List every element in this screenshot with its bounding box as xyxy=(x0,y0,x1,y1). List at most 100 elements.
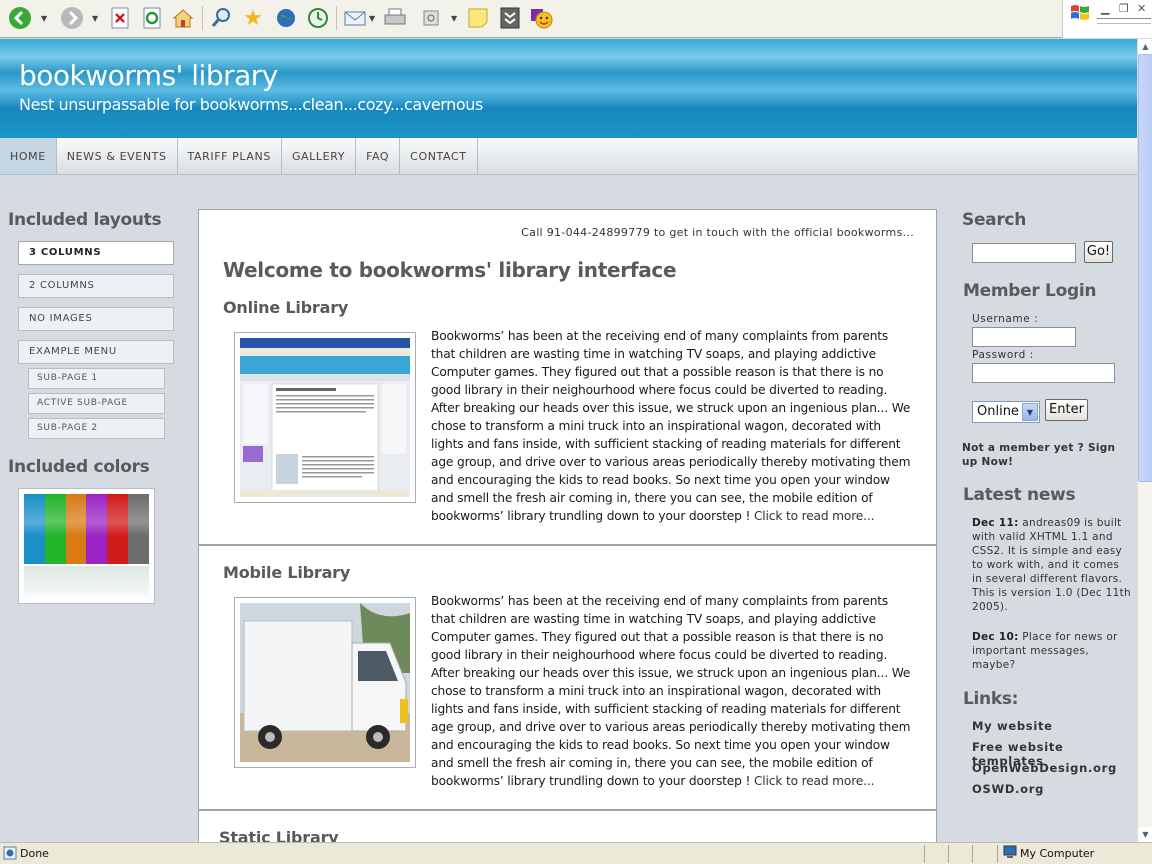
status-select[interactable]: Online ▼ xyxy=(972,401,1040,423)
nav-contact[interactable]: CONTACT xyxy=(400,138,478,174)
discuss-dropdown-icon[interactable]: ▼ xyxy=(451,14,457,23)
home-icon[interactable] xyxy=(171,5,195,31)
colors-heading: Included colors xyxy=(8,457,150,477)
news-date: Dec 10: xyxy=(972,631,1019,643)
section-title-online: Online Library xyxy=(223,298,349,317)
section-text-mobile: Bookworms’ has been at the receiving end… xyxy=(431,592,915,790)
search-heading: Search xyxy=(962,210,1027,230)
section-divider xyxy=(199,809,936,811)
browser-toolbar: ▼ ▼ ★ ▼ ▼ ▁ ❐ ✕ xyxy=(0,0,1152,38)
username-field[interactable] xyxy=(972,327,1076,347)
notes-icon[interactable] xyxy=(466,5,490,31)
search-go-button[interactable]: Go! xyxy=(1084,241,1113,263)
password-field[interactable] xyxy=(972,363,1115,383)
site-header: bookworms' library Nest unsurpassable fo… xyxy=(0,39,1137,138)
color-swatch-strip xyxy=(24,494,149,564)
link-openwebdesign[interactable]: OpenWebDesign.org xyxy=(972,761,1117,775)
page-title: Welcome to bookworms' library interface xyxy=(223,258,677,282)
vertical-scrollbar[interactable]: ▲ ▼ xyxy=(1137,39,1152,842)
link-my-website[interactable]: My website xyxy=(972,719,1053,733)
refresh-icon[interactable] xyxy=(140,5,164,31)
member-login-heading: Member Login xyxy=(963,281,1097,301)
forward-icon[interactable] xyxy=(60,5,84,31)
main-content: Call 91-044-24899779 to get in touch wit… xyxy=(198,209,937,849)
news-item: Dec 10: Place for news or important mess… xyxy=(972,630,1132,672)
signup-link[interactable]: Not a member yet ? Sign up Now! xyxy=(962,441,1132,469)
nav-news-events[interactable]: NEWS & EVENTS xyxy=(57,138,178,174)
windows-flag-icon xyxy=(1071,5,1089,20)
media-icon[interactable] xyxy=(274,5,298,31)
messenger-icon[interactable] xyxy=(530,5,554,31)
status-text: Done xyxy=(20,847,49,860)
search-icon[interactable] xyxy=(209,5,233,31)
latest-news-heading: Latest news xyxy=(963,485,1076,505)
subpage-1[interactable]: SUB-PAGE 1 xyxy=(28,368,165,389)
right-sidebar: Search Go! Member Login Username : Passw… xyxy=(937,176,1137,842)
forward-dropdown-icon[interactable]: ▼ xyxy=(92,14,98,23)
link-oswd[interactable]: OSWD.org xyxy=(972,782,1044,796)
section-body-mobile: Bookworms’ has been at the receiving end… xyxy=(431,594,911,788)
layout-no-images[interactable]: NO IMAGES xyxy=(18,307,174,331)
search-input[interactable] xyxy=(972,243,1076,263)
discuss-icon[interactable] xyxy=(419,5,443,31)
section-title-mobile: Mobile Library xyxy=(223,563,351,582)
color-swatch xyxy=(24,494,45,564)
layout-3-columns[interactable]: 3 COLUMNS xyxy=(18,241,174,265)
phone-line: Call 91-044-24899779 to get in touch wit… xyxy=(521,226,914,239)
site-title[interactable]: bookworms' library xyxy=(19,59,278,92)
computer-icon xyxy=(1003,845,1017,858)
mobile-library-truck-photo xyxy=(234,597,416,768)
layouts-heading: Included layouts xyxy=(8,210,162,230)
scroll-up-icon[interactable]: ▲ xyxy=(1138,39,1152,54)
print-icon[interactable] xyxy=(383,5,407,31)
layout-2-columns[interactable]: 2 COLUMNS xyxy=(18,274,174,298)
subpage-active[interactable]: ACTIVE SUB-PAGE xyxy=(28,393,165,414)
read-more-link-mobile[interactable]: Click to read more... xyxy=(754,774,875,788)
back-dropdown-icon[interactable]: ▼ xyxy=(41,14,47,23)
color-swatch xyxy=(86,494,108,564)
main-nav: HOME NEWS & EVENTS TARIFF PLANS GALLERY … xyxy=(0,138,1137,175)
password-label: Password : xyxy=(972,349,1034,361)
minimize-icon[interactable]: ▁ xyxy=(1101,2,1109,15)
news-item: Dec 11: andreas09 is built with valid XH… xyxy=(972,516,1132,614)
section-text-online: Bookworms’ has been at the receiving end… xyxy=(431,327,915,525)
research-icon[interactable] xyxy=(498,5,522,31)
color-swatch xyxy=(107,494,129,564)
scroll-down-icon[interactable]: ▼ xyxy=(1138,827,1152,842)
stop-icon[interactable] xyxy=(108,5,132,31)
chevron-down-icon[interactable]: ▼ xyxy=(1022,403,1038,421)
mail-icon[interactable] xyxy=(343,5,367,31)
close-icon[interactable]: ✕ xyxy=(1137,2,1146,15)
status-select-value: Online xyxy=(977,404,1019,419)
enter-button[interactable]: Enter xyxy=(1045,399,1088,421)
nav-tariff-plans[interactable]: TARIFF PLANS xyxy=(178,138,282,174)
status-bar: Done My Computer xyxy=(0,842,1152,864)
nav-faq[interactable]: FAQ xyxy=(356,138,401,174)
back-icon[interactable] xyxy=(8,5,32,31)
scrollbar-thumb[interactable] xyxy=(1138,54,1152,482)
section-divider xyxy=(199,544,936,546)
subpage-2[interactable]: SUB-PAGE 2 xyxy=(28,418,165,439)
username-label: Username : xyxy=(972,313,1039,325)
site-tagline: Nest unsurpassable for bookworms...clean… xyxy=(19,95,483,114)
left-sidebar: Included layouts 3 COLUMNS 2 COLUMNS NO … xyxy=(0,176,198,842)
zone-text: My Computer xyxy=(1020,847,1095,860)
restore-icon[interactable]: ❐ xyxy=(1119,2,1129,15)
mail-dropdown-icon[interactable]: ▼ xyxy=(369,14,375,23)
links-heading: Links: xyxy=(963,689,1019,709)
page-done-icon xyxy=(3,846,17,860)
favorites-icon[interactable]: ★ xyxy=(241,5,265,31)
windows-logo-area: ▁ ❐ ✕ xyxy=(1062,0,1152,38)
layout-example-menu[interactable]: EXAMPLE MENU xyxy=(18,340,174,364)
color-swatch xyxy=(65,494,87,564)
news-date: Dec 11: xyxy=(972,517,1019,529)
color-swatch xyxy=(44,494,66,564)
history-icon[interactable] xyxy=(306,5,330,31)
nav-home[interactable]: HOME xyxy=(0,138,57,174)
color-swatch xyxy=(128,494,149,564)
news-text: andreas09 is built with valid XHTML 1.1 … xyxy=(972,517,1131,613)
nav-gallery[interactable]: GALLERY xyxy=(282,138,357,174)
color-swatch-image xyxy=(18,488,155,604)
section-body-online: Bookworms’ has been at the receiving end… xyxy=(431,329,911,523)
read-more-link-online[interactable]: Click to read more... xyxy=(754,509,875,523)
